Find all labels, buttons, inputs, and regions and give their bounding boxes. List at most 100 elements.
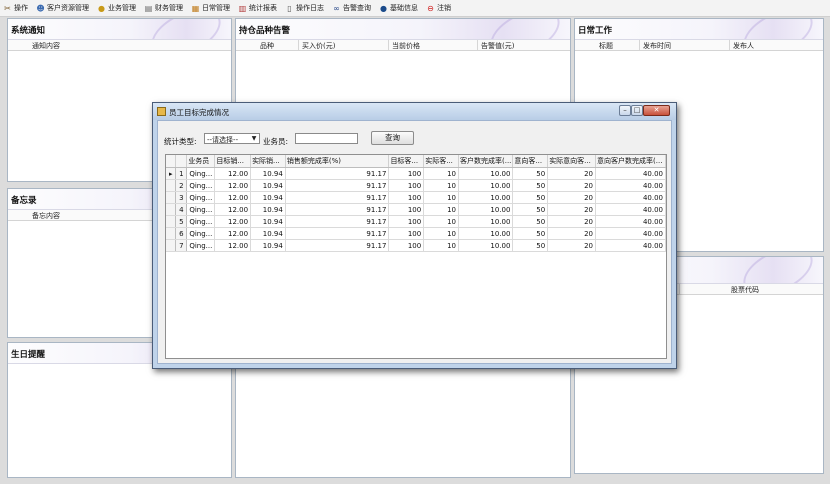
table-cell[interactable]: 91.17 [285, 179, 390, 192]
table-cell[interactable]: 20 [547, 239, 597, 252]
table-cell[interactable]: 12.00 [214, 191, 252, 204]
column-actual-intent[interactable]: 实际意向客... [547, 155, 597, 168]
menu-item-operate[interactable]: ✂ 操作 [0, 1, 31, 15]
table-cell[interactable]: 10 [423, 191, 459, 204]
menu-item-alarm[interactable]: ∞ 告警查询 [329, 1, 374, 15]
table-cell[interactable]: 100 [388, 191, 425, 204]
table-cell[interactable]: 40.00 [595, 179, 666, 192]
maximize-button[interactable]: □ [631, 105, 643, 116]
table-cell[interactable]: 12.00 [214, 179, 252, 192]
table-cell[interactable]: 40.00 [595, 239, 666, 252]
menu-item-finance[interactable]: ▤ 财务管理 [141, 1, 186, 15]
table-cell[interactable]: 10.00 [458, 167, 514, 180]
menu-item-basic[interactable]: ● 基础信息 [376, 1, 421, 15]
table-cell[interactable]: 10 [423, 167, 459, 180]
column-memo-content[interactable]: 备忘内容 [32, 211, 60, 221]
table-cell[interactable]: 10.00 [458, 179, 514, 192]
table-cell[interactable]: 10.00 [458, 191, 514, 204]
table-cell[interactable]: 100 [388, 215, 425, 228]
column-intent-rate[interactable]: 意向客户数完成率(... [595, 155, 666, 168]
table-cell[interactable]: 40.00 [595, 203, 666, 216]
table-cell[interactable]: 100 [388, 203, 425, 216]
menu-item-customer[interactable]: ☻ 客户资源管理 [33, 1, 92, 15]
table-cell[interactable]: 91.17 [285, 167, 390, 180]
stat-type-select[interactable]: --请选择-- ▼ [204, 133, 260, 144]
column-buy-price[interactable]: 买入价(元) [302, 41, 335, 51]
table-cell[interactable]: 50 [512, 215, 549, 228]
table-cell[interactable]: 12.00 [214, 215, 252, 228]
table-cell[interactable]: 10 [423, 203, 459, 216]
column-actual-sales[interactable]: 实际销... [250, 155, 286, 168]
table-cell[interactable]: 91.17 [285, 191, 390, 204]
table-cell[interactable]: 12.00 [214, 167, 252, 180]
table-cell[interactable]: 40.00 [595, 215, 666, 228]
table-cell[interactable]: 10.00 [458, 227, 514, 240]
table-row[interactable]: 7 Qing... 12.00 10.94 91.17 100 10 10.00 50 20 40.… [166, 239, 666, 252]
table-cell[interactable]: 10 [423, 239, 459, 252]
table-cell[interactable]: 12.00 [214, 227, 252, 240]
table-cell[interactable]: 50 [512, 203, 549, 216]
table-cell[interactable]: Qing... [186, 239, 216, 252]
chevron-down-icon[interactable]: ▼ [249, 134, 259, 143]
table-cell[interactable]: 20 [547, 227, 597, 240]
column-customer-rate[interactable]: 客户数完成率(... [458, 155, 514, 168]
menu-item-logout[interactable]: ⊖ 注销 [423, 1, 454, 15]
table-cell[interactable]: Qing... [186, 191, 216, 204]
column-actual-customers[interactable]: 实际客... [423, 155, 459, 168]
table-cell[interactable]: Qing... [186, 227, 216, 240]
minimize-button[interactable]: – [619, 105, 631, 116]
table-cell[interactable]: 91.17 [285, 203, 390, 216]
table-cell[interactable]: 12.00 [214, 203, 252, 216]
table-cell[interactable]: 91.17 [285, 239, 390, 252]
table-cell[interactable]: 10.00 [458, 215, 514, 228]
table-cell[interactable]: 10.94 [250, 167, 286, 180]
table-cell[interactable]: 100 [388, 167, 425, 180]
table-row[interactable]: 4 Qing... 12.00 10.94 91.17 100 10 10.00 50 20 40.… [166, 203, 666, 216]
column-alarm-value[interactable]: 告警值(元) [481, 41, 514, 51]
table-row[interactable]: 2 Qing... 12.00 10.94 91.17 100 10 10.00 50 20 40.… [166, 179, 666, 192]
menu-item-business[interactable]: ● 业务管理 [94, 1, 139, 15]
column-stock-code[interactable]: 股票代码 [731, 285, 759, 295]
table-cell[interactable]: 50 [512, 167, 549, 180]
table-cell[interactable]: 50 [512, 179, 549, 192]
table-cell[interactable]: 40.00 [595, 227, 666, 240]
table-cell[interactable]: 10.94 [250, 203, 286, 216]
table-cell[interactable]: 20 [547, 203, 597, 216]
table-row[interactable]: 6 Qing... 12.00 10.94 91.17 100 10 10.00 50 20 40.… [166, 227, 666, 240]
table-cell[interactable]: Qing... [186, 203, 216, 216]
table-cell[interactable]: 10.94 [250, 239, 286, 252]
table-cell[interactable]: Qing... [186, 179, 216, 192]
table-cell[interactable]: Qing... [186, 215, 216, 228]
table-cell[interactable]: 91.17 [285, 227, 390, 240]
table-cell[interactable]: 10.94 [250, 191, 286, 204]
column-salesman[interactable]: 业务员 [186, 155, 216, 168]
table-cell[interactable]: 10.94 [250, 227, 286, 240]
menu-item-report[interactable]: ▥ 统计报表 [235, 1, 280, 15]
table-cell[interactable]: 20 [547, 179, 597, 192]
dialog-titlebar[interactable]: 员工目标完成情况 – □ ✕ [153, 103, 676, 120]
query-button[interactable]: 查询 [371, 131, 414, 145]
table-cell[interactable]: 91.17 [285, 215, 390, 228]
column-current-price[interactable]: 当前价格 [392, 41, 420, 51]
table-cell[interactable]: 12.00 [214, 239, 252, 252]
table-row[interactable]: ▸ 1 Qing... 12.00 10.94 91.17 100 10 10.00 50 20 40… [166, 167, 666, 180]
table-cell[interactable]: 50 [512, 239, 549, 252]
table-cell[interactable]: 40.00 [595, 191, 666, 204]
table-cell[interactable]: 100 [388, 239, 425, 252]
table-cell[interactable]: 10.94 [250, 179, 286, 192]
column-title[interactable]: 标题 [599, 41, 613, 51]
column-sales-rate[interactable]: 销售额完成率(%) [285, 155, 390, 168]
table-cell[interactable]: Qing... [186, 167, 216, 180]
column-variety[interactable]: 品种 [260, 41, 274, 51]
table-cell[interactable]: 20 [547, 191, 597, 204]
table-cell[interactable]: 10 [423, 215, 459, 228]
table-cell[interactable]: 100 [388, 179, 425, 192]
table-cell[interactable]: 10 [423, 227, 459, 240]
table-cell[interactable]: 40.00 [595, 167, 666, 180]
column-target-customers[interactable]: 目标客... [388, 155, 425, 168]
menu-item-daily[interactable]: ▦ 日常管理 [188, 1, 233, 15]
table-cell[interactable]: 50 [512, 191, 549, 204]
table-cell[interactable]: 10.00 [458, 239, 514, 252]
column-publisher[interactable]: 发布人 [733, 41, 754, 51]
table-cell[interactable]: 10.94 [250, 215, 286, 228]
